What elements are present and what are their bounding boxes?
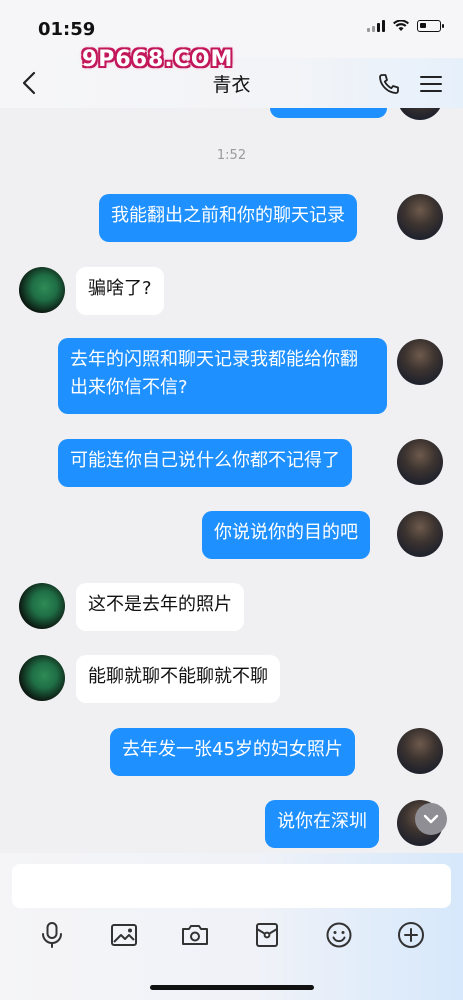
avatar-contact[interactable] (19, 655, 65, 701)
scroll-to-bottom-button[interactable] (415, 803, 447, 835)
emoji-button[interactable] (321, 917, 357, 953)
battery-icon (417, 20, 444, 32)
status-time: 01:59 (38, 19, 96, 40)
message-text: 去年的闪照和聊天记录我都能给你翻出来你信不信? (70, 349, 358, 398)
avatar-contact[interactable] (19, 583, 65, 629)
red-packet-button[interactable] (249, 917, 285, 953)
camera-icon (182, 925, 208, 945)
avatar-self[interactable] (397, 439, 443, 485)
message-bubble-received[interactable]: 这不是去年的照片 (76, 583, 244, 631)
red-packet-icon (256, 923, 278, 947)
home-indicator[interactable] (150, 985, 314, 990)
message-bubble-sent[interactable]: 你说说你的目的吧 (202, 511, 370, 559)
status-icons (367, 20, 444, 32)
message-bubble-sent[interactable]: 可能连你自己说什么你都不记得了 (58, 439, 352, 487)
call-button[interactable] (375, 70, 403, 98)
avatar-self[interactable] (397, 194, 443, 240)
watermark-logo: 9P668.COM (82, 47, 234, 72)
chat-area[interactable]: 1:52 我能翻出之前和你的聊天记录 骗啥了? 去年的闪照和聊天记录我都能给你翻… (0, 108, 463, 853)
gallery-button[interactable] (106, 917, 142, 953)
camera-button[interactable] (177, 917, 213, 953)
emoji-icon (326, 922, 352, 948)
message-bubble-sent[interactable]: 说你在深圳 (265, 800, 379, 848)
plus-icon (398, 922, 424, 948)
message-bubble-partial[interactable] (270, 108, 387, 118)
avatar-contact[interactable] (19, 267, 65, 313)
avatar-self[interactable] (397, 728, 443, 774)
message-timestamp: 1:52 (216, 148, 247, 163)
message-input[interactable] (12, 864, 451, 908)
message-bubble-sent[interactable]: 去年的闪照和聊天记录我都能给你翻出来你信不信? (58, 338, 387, 414)
input-area (0, 853, 463, 1000)
signal-icon (367, 20, 385, 32)
microphone-icon (42, 922, 62, 948)
wifi-icon (393, 20, 409, 31)
chevron-down-icon (423, 814, 439, 824)
avatar-self[interactable] (397, 339, 443, 385)
message-bubble-sent[interactable]: 去年发一张45岁的妇女照片 (110, 728, 355, 776)
phone-icon (379, 74, 399, 94)
avatar-self[interactable] (397, 511, 443, 557)
message-bubble-sent[interactable]: 我能翻出之前和你的聊天记录 (99, 194, 357, 242)
image-icon (111, 924, 137, 946)
message-bubble-received[interactable]: 能聊就聊不能聊就不聊 (76, 655, 280, 703)
voice-button[interactable] (34, 917, 70, 953)
menu-icon (420, 76, 442, 92)
more-button[interactable] (393, 917, 429, 953)
message-bubble-received[interactable]: 骗啥了? (76, 267, 164, 315)
menu-button[interactable] (417, 70, 445, 98)
avatar-self[interactable] (397, 108, 443, 120)
